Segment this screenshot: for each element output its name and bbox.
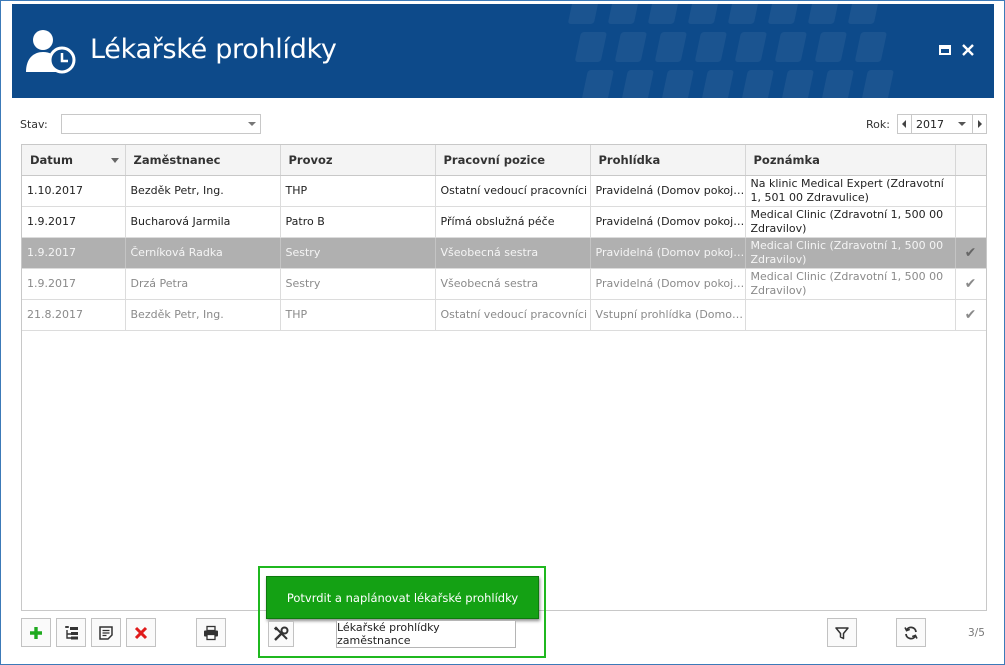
examinations-grid[interactable]: Datum Zaměstnanec Provoz Pracovní pozice… — [21, 144, 987, 611]
table-row[interactable]: 21.8.2017 Bezděk Petr, Ing. THP Ostatní ved… — [22, 299, 986, 331]
table-row[interactable]: 1.9.2017 Drzá Petra Sestry Všeobecná sestra… — [22, 268, 986, 300]
refresh-button[interactable] — [896, 618, 926, 647]
checkmark-icon: ✔ — [964, 244, 977, 261]
chevron-down-icon[interactable] — [958, 122, 966, 126]
checkmark-icon: ✔ — [964, 275, 977, 292]
cell-datum: 1.9.2017 — [22, 237, 126, 269]
tools-icon — [273, 626, 289, 641]
refresh-icon — [904, 625, 918, 640]
examinations-table: Datum Zaměstnanec Provoz Pracovní pozice… — [22, 145, 986, 331]
delete-icon — [134, 626, 148, 639]
tools-button[interactable] — [268, 621, 294, 647]
cell-confirmed: ✔ — [955, 299, 986, 331]
cell-pozice: Ostatní vedoucí pracovníci — [435, 299, 591, 331]
cell-zamestnanec: Černíková Radka — [125, 237, 281, 269]
user-clock-icon — [26, 30, 76, 74]
cell-pozice: Všeobecná sestra — [435, 237, 591, 269]
cell-datum: 1.9.2017 — [22, 268, 126, 300]
cell-prohlidka: Pravidelná (Domov pokojné stáří) — [590, 237, 746, 269]
close-icon[interactable] — [960, 42, 976, 58]
cell-confirmed: ✔ — [955, 237, 986, 269]
checkmark-icon: ✔ — [964, 306, 977, 323]
cell-confirmed — [955, 175, 986, 207]
cell-poznamka: Na klinic Medical Expert (Zdravotní 1, 5… — [745, 175, 956, 207]
cell-confirmed: ✔ — [955, 268, 986, 300]
cell-pozice: Ostatní vedoucí pracovníci — [435, 175, 591, 207]
rok-value: 2017 — [916, 118, 944, 131]
cell-datum: 1.10.2017 — [22, 175, 126, 207]
cell-zamestnanec: Bezděk Petr, Ing. — [125, 175, 281, 207]
maximize-icon[interactable] — [937, 42, 953, 58]
delete-button[interactable] — [126, 618, 156, 647]
column-header-prohlidka[interactable]: Prohlídka — [590, 145, 746, 176]
rok-label: Rok: — [866, 118, 890, 131]
window-title: Lékařské prohlídky — [90, 34, 337, 65]
stav-select[interactable] — [61, 114, 261, 134]
main-window: Lékařské prohlídky Stav: Rok: 2017 Datum… — [0, 0, 1005, 665]
column-header-pozice[interactable]: Pracovní pozice — [435, 145, 591, 176]
column-header-datum[interactable]: Datum — [22, 145, 126, 176]
year-prev-icon[interactable] — [898, 115, 912, 133]
cell-prohlidka: Pravidelná (Domov pokojné stáří) — [590, 206, 746, 238]
chevron-down-icon[interactable] — [248, 122, 256, 126]
cell-pozice: Přímá obslužná péče — [435, 206, 591, 238]
sort-desc-icon — [110, 158, 119, 163]
filter-button[interactable] — [827, 618, 857, 647]
tree-add-icon — [65, 625, 78, 639]
cell-zamestnanec: Bezděk Petr, Ing. — [125, 299, 281, 331]
edit-button[interactable] — [91, 618, 121, 647]
cell-provoz: THP — [280, 299, 436, 331]
cell-provoz: THP — [280, 175, 436, 207]
add-button[interactable] — [21, 618, 51, 647]
cell-provoz: Patro B — [280, 206, 436, 238]
add-icon — [30, 626, 42, 639]
cell-datum: 1.9.2017 — [22, 206, 126, 238]
filter-icon — [835, 626, 849, 639]
cell-datum: 21.8.2017 — [22, 299, 126, 331]
table-row[interactable]: 1.9.2017 Bucharová Jarmila Patro B Přímá ob… — [22, 206, 986, 238]
title-bar: Lékařské prohlídky — [12, 4, 994, 98]
cell-poznamka: Medical Clinic (Zdravotní 1, 500 00 Zdra… — [745, 268, 956, 300]
confirm-and-plan-button[interactable]: Potvrdit a naplánovat lékařské prohlídky — [266, 576, 539, 619]
cell-provoz: Sestry — [280, 237, 436, 269]
column-header-zamestnanec[interactable]: Zaměstnanec — [125, 145, 281, 176]
column-header-poznamka[interactable]: Poznámka — [745, 145, 956, 176]
add-child-button[interactable] — [56, 618, 86, 647]
table-row[interactable]: 1.10.2017 Bezděk Petr, Ing. THP Ostatní ved… — [22, 175, 986, 207]
rok-spinner[interactable]: 2017 — [897, 114, 987, 134]
cell-provoz: Sestry — [280, 268, 436, 300]
cell-poznamka: Medical Clinic (Zdravotní 1, 500 00 Zdra… — [745, 206, 956, 238]
cell-pozice: Všeobecná sestra — [435, 268, 591, 300]
cell-poznamka — [745, 299, 956, 331]
edit-icon — [99, 625, 113, 640]
table-row[interactable]: 1.9.2017 Černíková Radka Sestry Všeobecná s… — [22, 237, 986, 269]
print-icon — [204, 625, 218, 640]
print-button[interactable] — [196, 618, 226, 647]
cell-zamestnanec: Drzá Petra — [125, 268, 281, 300]
employee-examinations-button[interactable]: Lékařské prohlídky zaměstnance — [336, 620, 516, 648]
stav-label: Stav: — [20, 118, 48, 131]
cell-prohlidka: Pravidelná (Domov pokojné stáří) — [590, 175, 746, 207]
grid-body: 1.10.2017 Bezděk Petr, Ing. THP Ostatní ved… — [22, 175, 986, 331]
cell-poznamka: Medical Clinic (Zdravotní 1, 500 00 Zdra… — [745, 237, 956, 269]
column-header-provoz[interactable]: Provoz — [280, 145, 436, 176]
column-header-confirmed[interactable] — [955, 145, 986, 176]
cell-zamestnanec: Bucharová Jarmila — [125, 206, 281, 238]
grid-header-row: Datum Zaměstnanec Provoz Pracovní pozice… — [22, 145, 986, 176]
cell-prohlidka: Pravidelná (Domov pokojné stáří) — [590, 268, 746, 300]
record-counter: 3/5 — [968, 627, 985, 639]
cell-confirmed — [955, 206, 986, 238]
cell-prohlidka: Vstupní prohlídka (Domov pokojné stáří) — [590, 299, 746, 331]
year-next-icon[interactable] — [972, 115, 986, 133]
